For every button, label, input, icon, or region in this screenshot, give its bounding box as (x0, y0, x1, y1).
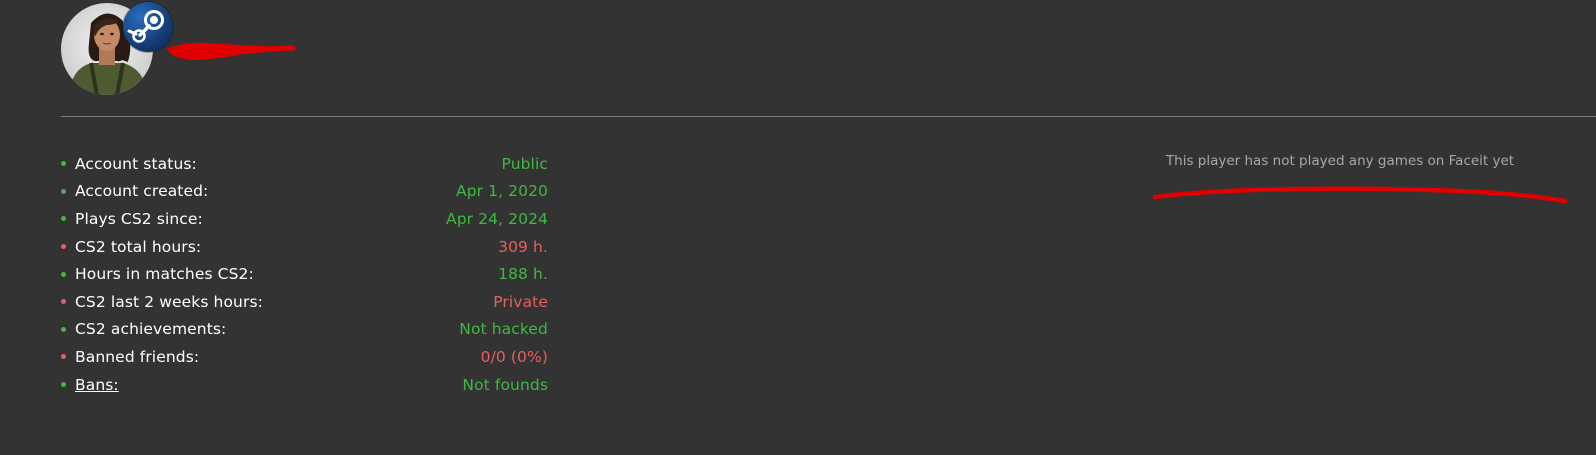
player-profile-page: Account status: Public Account created: … (0, 0, 1596, 455)
stat-banned-friends: Banned friends: 0/0 (0%) (60, 343, 560, 371)
stat-label: Account created: (75, 182, 209, 201)
stat-bans: Bans: Not founds (60, 371, 560, 399)
status-bullet (61, 271, 66, 277)
faceit-no-games-message: This player has not played any games on … (1165, 153, 1515, 169)
stat-label: CS2 achievements: (75, 320, 227, 339)
status-bullet (61, 244, 66, 250)
stat-cs2-total-hours: CS2 total hours: 309 h. (60, 233, 560, 261)
stat-cs2-achievements: CS2 achievements: Not hacked (60, 316, 560, 344)
status-bullet (61, 354, 66, 360)
stat-label: CS2 total hours: (75, 237, 202, 256)
stat-last-2-weeks-hours: CS2 last 2 weeks hours: Private (60, 288, 560, 316)
stat-account-status: Account status: Public (60, 150, 560, 178)
bans-link[interactable]: Bans: (75, 376, 119, 394)
status-bullet (61, 382, 66, 388)
stat-value: Not founds (462, 375, 548, 394)
stat-label: CS2 last 2 weeks hours: (75, 292, 263, 311)
stat-value: Apr 1, 2020 (455, 182, 548, 201)
status-bullet (61, 216, 66, 222)
stat-label: Banned friends: (75, 347, 200, 366)
status-bullet (61, 161, 66, 167)
stat-value: Not hacked (459, 320, 548, 339)
account-stats-list: Account status: Public Account created: … (60, 150, 560, 398)
stat-value: 188 h. (498, 265, 548, 284)
redaction-scribble (1152, 186, 1568, 204)
status-bullet (61, 188, 66, 194)
stat-plays-cs2-since: Plays CS2 since: Apr 24, 2024 (60, 205, 560, 233)
stat-value: Public (501, 154, 548, 173)
section-divider (61, 116, 1596, 117)
stat-value: 0/0 (0%) (480, 347, 548, 366)
stat-value: Apr 24, 2024 (446, 209, 548, 228)
stat-label: Account status: (75, 154, 197, 173)
status-bullet (61, 326, 66, 332)
status-bullet (61, 299, 66, 305)
stat-value: 309 h. (498, 237, 548, 256)
stat-account-created: Account created: Apr 1, 2020 (60, 178, 560, 206)
stat-label: Plays CS2 since: (75, 209, 203, 228)
redacted-player-name (167, 42, 296, 60)
stat-value: Private (493, 292, 548, 311)
stat-label: Hours in matches CS2: (75, 265, 254, 284)
stat-hours-in-matches: Hours in matches CS2: 188 h. (60, 260, 560, 288)
